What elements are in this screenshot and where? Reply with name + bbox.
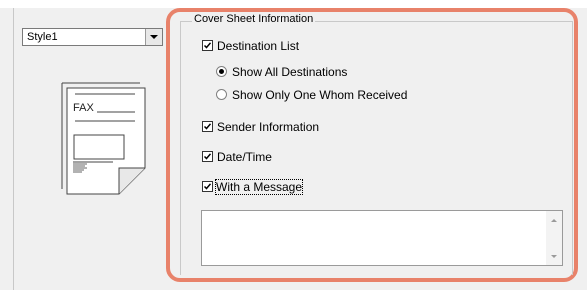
left-divider	[13, 8, 14, 290]
date-time-label[interactable]: Date/Time	[217, 150, 272, 164]
sender-information-checkbox[interactable]	[202, 121, 213, 132]
destination-list-checkbox[interactable]	[202, 40, 213, 51]
with-a-message-label[interactable]: With a Message	[214, 179, 304, 195]
destination-list-label[interactable]: Destination List	[217, 39, 299, 53]
date-time-checkbox[interactable]	[202, 151, 213, 162]
show-only-one-label[interactable]: Show Only One Whom Received	[232, 88, 407, 102]
top-strip	[0, 0, 587, 8]
show-only-one-radio[interactable]	[216, 89, 227, 100]
style-select-value: Style1	[27, 31, 58, 43]
scroll-up-arrow-icon[interactable]	[551, 219, 557, 222]
message-textarea[interactable]	[201, 210, 563, 266]
show-all-destinations-label[interactable]: Show All Destinations	[232, 65, 347, 79]
group-title: Cover Sheet Information	[192, 13, 316, 25]
chevron-down-icon[interactable]	[145, 29, 162, 45]
fax-label: FAX	[73, 102, 94, 114]
message-scrollbar[interactable]	[546, 211, 562, 265]
fax-cover-sheet-icon: FAX	[61, 82, 146, 195]
style-select[interactable]: Style1	[22, 28, 163, 46]
scroll-down-arrow-icon[interactable]	[551, 255, 557, 258]
show-all-destinations-radio[interactable]	[216, 66, 227, 77]
with-a-message-checkbox[interactable]	[202, 181, 213, 192]
sender-information-label[interactable]: Sender Information	[217, 120, 319, 134]
